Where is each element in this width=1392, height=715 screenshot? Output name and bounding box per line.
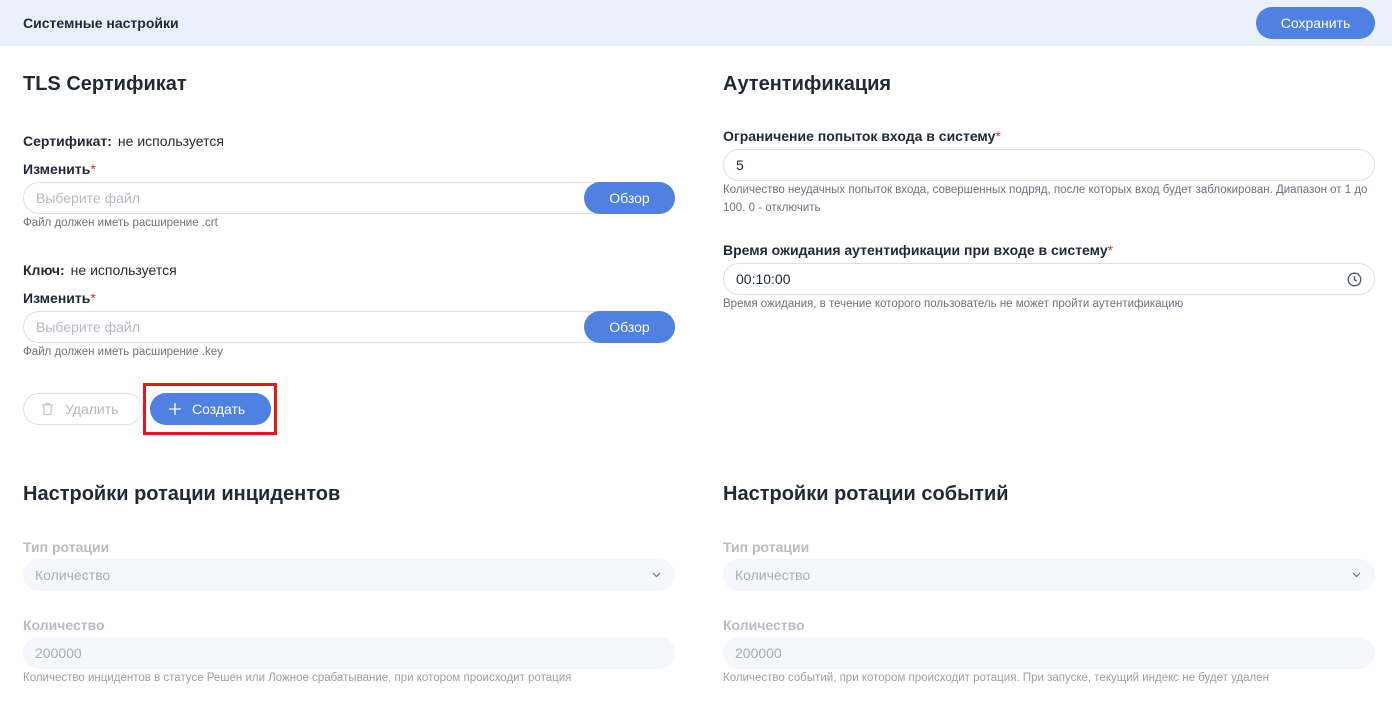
incidents-rotation-title: Настройки ротации инцидентов [23,483,341,505]
certificate-browse-button[interactable]: Обзор [584,182,675,214]
events-count-label: Количество [723,617,805,633]
auth-timeout-value: 00:10:00 [736,271,791,287]
certificate-status: Сертификат: не используется [23,133,224,149]
required-mark: * [995,128,1001,144]
tls-section-title: TLS Сертификат [23,73,187,95]
auth-timeout-input[interactable]: 00:10:00 [723,263,1375,295]
key-file-input[interactable]: Выберите файл [23,311,675,343]
top-bar: Системные настройки Сохранить [0,0,1392,46]
highlight-frame [143,383,277,435]
key-change-text: Изменить [23,290,91,306]
clock-icon[interactable] [1347,272,1362,287]
events-count-input: 200000 [723,637,1375,669]
chevron-down-icon [652,572,661,578]
login-attempts-label: Ограничение попыток входа в систему* [723,128,1001,144]
key-change-label: Изменить* [23,290,96,306]
trash-icon [42,402,53,416]
key-browse-button[interactable]: Обзор [584,311,675,343]
login-attempts-input[interactable]: 5 [723,149,1375,181]
required-mark: * [90,290,96,306]
events-count-hint: Количество событий, при котором происход… [723,672,1269,684]
events-rotation-type-label: Тип ротации [723,539,810,555]
incidents-count-hint: Количество инцидентов в статусе Решен ил… [23,672,572,684]
incidents-rotation-type-select: Количество [23,559,675,591]
certificate-file-input[interactable]: Выберите файл [23,182,675,214]
required-mark: * [90,161,96,177]
certificate-hint: Файл должен иметь расширение .crt [23,217,218,229]
login-attempts-text: Ограничение попыток входа в систему [723,128,996,144]
events-rotation-title: Настройки ротации событий [723,483,1009,505]
required-mark: * [1107,242,1114,258]
save-button[interactable]: Сохранить [1256,7,1375,39]
events-rotation-type-value: Количество [735,567,811,583]
chevron-down-icon [1352,572,1361,578]
certificate-label: Сертификат: [23,133,112,149]
certificate-change-text: Изменить [23,161,91,177]
incidents-count-input: 200000 [23,637,675,669]
page-title: Системные настройки [23,15,179,31]
auth-section-title: Аутентификация [723,73,892,95]
key-value: не используется [70,262,177,278]
auth-timeout-text: Время ожидания аутентификации при входе … [723,242,1108,258]
auth-timeout-label: Время ожидания аутентификации при входе … [723,242,1113,258]
login-attempts-hint: Количество неудачных попыток входа, сове… [723,184,1368,214]
certificate-change-label: Изменить* [23,161,96,177]
certificate-value: не используется [117,133,224,149]
incidents-rotation-type-label: Тип ротации [23,539,110,555]
key-status: Ключ: не используется [23,262,177,278]
key-label: Ключ: [23,262,65,278]
delete-button-label: Удалить [65,401,119,417]
incidents-count-label: Количество [23,617,105,633]
delete-button[interactable]: Удалить [23,393,143,425]
incidents-rotation-type-value: Количество [35,567,111,583]
auth-timeout-hint: Время ожидания, в течение которого польз… [723,298,1184,310]
key-hint: Файл должен иметь расширение .key [23,346,223,358]
events-rotation-type-select: Количество [723,559,1375,591]
